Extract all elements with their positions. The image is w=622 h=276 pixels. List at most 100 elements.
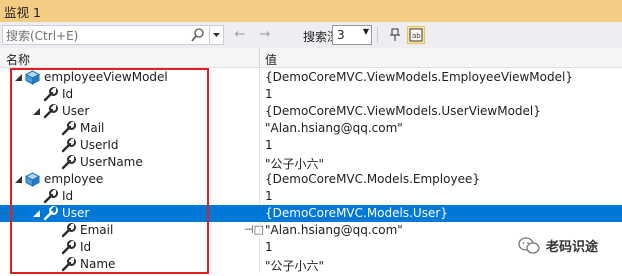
watch-row-value[interactable]: "Alan.hsiang@qq.com" [265, 121, 403, 135]
watch-row[interactable]: employeeViewModel {DemoCoreMVC.ViewModels… [0, 69, 622, 86]
forward-button[interactable]: → [257, 28, 273, 42]
pin-icon[interactable]: ⊣□ [244, 223, 264, 236]
watch-row-value[interactable]: {DemoCoreMVC.Models.User} [265, 206, 448, 220]
column-name-header[interactable]: 名称 [6, 51, 30, 68]
hex-display-icon[interactable]: ab [407, 26, 425, 44]
watch-row-value[interactable]: 1 [265, 87, 273, 101]
watch-row-name-cell[interactable]: Id [0, 86, 259, 103]
property-icon [61, 240, 76, 255]
watch-row-value[interactable]: "Alan.hsiang@qq.com" [265, 223, 403, 237]
watch-row[interactable]: Mail "Alan.hsiang@qq.com" [0, 120, 622, 137]
column-value-header[interactable]: 值 [265, 51, 277, 68]
svg-text:ab: ab [412, 32, 421, 40]
column-divider [259, 205, 260, 222]
column-divider [259, 239, 260, 256]
window-title-bar: 监视 1 [0, 0, 622, 22]
watch-row-value[interactable]: 1 [265, 189, 273, 203]
column-divider [259, 171, 260, 188]
watch-row-value[interactable]: {DemoCoreMVC.ViewModels.UserViewModel} [265, 104, 541, 118]
expand-arrow-icon[interactable] [14, 73, 23, 82]
property-icon [61, 223, 76, 238]
pin-icon[interactable] [386, 26, 404, 44]
watch-row-name: UserName [80, 155, 143, 169]
search-dropdown-button[interactable] [210, 25, 224, 45]
watch-toolbar: 搜索(Ctrl+E) ← → 搜索深度: 3 ▼ ab [0, 22, 622, 48]
watch-row-value[interactable]: 1 [265, 240, 273, 254]
watch-row[interactable]: UserName "公子小六" [0, 154, 622, 171]
watch-row-value[interactable]: 1 [265, 138, 273, 152]
watch-row-name: Id [62, 87, 74, 101]
watch-row[interactable]: Id 1 [0, 86, 622, 103]
watch-row-name: User [62, 206, 90, 220]
watch-row-name: employee [44, 172, 104, 186]
wechat-logo-icon [518, 236, 540, 254]
watch-row-name-cell[interactable]: employee [0, 171, 259, 188]
watch-row[interactable]: Id 1 [0, 188, 622, 205]
chevron-down-icon [213, 33, 220, 37]
watch-row-name: employeeViewModel [44, 70, 168, 84]
column-divider [259, 86, 260, 103]
watch-row-name: Id [80, 240, 92, 254]
watch-row-name-cell[interactable]: User [0, 103, 259, 120]
property-icon [61, 138, 76, 153]
watch-row-name-cell[interactable]: Mail [0, 120, 259, 137]
watch-row-name: Mail [80, 121, 105, 135]
property-icon [43, 87, 58, 102]
column-divider [259, 222, 260, 239]
expand-arrow-icon[interactable] [14, 175, 23, 184]
watch-row-value[interactable]: "公子小六" [265, 155, 324, 172]
watermark: 老码识途 [518, 236, 598, 255]
watermark-text: 老码识途 [546, 240, 599, 255]
watch-row[interactable]: User {DemoCoreMVC.Models.User} [0, 205, 622, 222]
expand-arrow-icon[interactable] [32, 107, 41, 116]
object-icon [24, 70, 41, 85]
dotted-guide-line [0, 213, 20, 214]
column-divider [259, 154, 260, 171]
watch-row-name-cell[interactable]: Email ⊣□ [0, 222, 264, 239]
search-depth-value: 3 [337, 28, 345, 42]
watch-row[interactable]: User {DemoCoreMVC.ViewModels.UserViewMode… [0, 103, 622, 120]
property-icon [61, 121, 76, 136]
watch-row-value[interactable]: {DemoCoreMVC.ViewModels.EmployeeViewMode… [265, 70, 573, 84]
chevron-down-icon: ▼ [362, 27, 369, 36]
search-placeholder: 搜索(Ctrl+E) [6, 28, 79, 43]
window-title: 监视 1 [4, 4, 41, 20]
column-divider [259, 137, 260, 154]
watch-row-name-cell[interactable]: employeeViewModel [0, 69, 259, 86]
watch-row-value[interactable]: "公子小六" [265, 257, 324, 274]
watch-row-name: Name [80, 257, 116, 271]
column-divider [259, 256, 260, 273]
search-icon[interactable] [191, 27, 205, 43]
column-divider [259, 103, 260, 120]
watch-row[interactable]: UserId 1 [0, 137, 622, 154]
property-icon [61, 155, 76, 170]
search-input[interactable]: 搜索(Ctrl+E) [2, 25, 210, 45]
watch-row-name: UserId [80, 138, 119, 152]
watch-row-name: Email [80, 223, 114, 237]
column-divider[interactable] [259, 48, 260, 68]
watch-row-name: User [62, 104, 90, 118]
watch-row-name-cell[interactable]: UserName [0, 154, 259, 171]
toolbar-separator [377, 27, 378, 43]
search-depth-select[interactable]: 3 ▼ [332, 25, 372, 45]
watch-row-name-cell[interactable]: Id [0, 239, 259, 256]
column-header: 名称 值 [0, 48, 622, 68]
watch-row[interactable]: Name "公子小六" [0, 256, 622, 273]
watch-row-name-cell[interactable]: User [0, 205, 259, 222]
column-divider [259, 69, 260, 86]
watch-row-value[interactable]: {DemoCoreMVC.Models.Employee} [265, 172, 480, 186]
watch-row-name-cell[interactable]: Id [0, 188, 259, 205]
watch-row-name: Id [62, 189, 74, 203]
expand-arrow-icon[interactable] [32, 209, 41, 218]
property-icon [43, 189, 58, 204]
watch-row[interactable]: employee {DemoCoreMVC.Models.Employee} [0, 171, 622, 188]
back-button[interactable]: ← [232, 28, 248, 42]
property-icon [43, 104, 58, 119]
column-divider [259, 188, 260, 205]
property-icon [43, 206, 58, 221]
watch-row-name-cell[interactable]: UserId [0, 137, 259, 154]
watch-row-name-cell[interactable]: Name [0, 256, 259, 273]
object-icon [24, 172, 41, 187]
property-icon [61, 257, 76, 272]
column-divider [259, 120, 260, 137]
